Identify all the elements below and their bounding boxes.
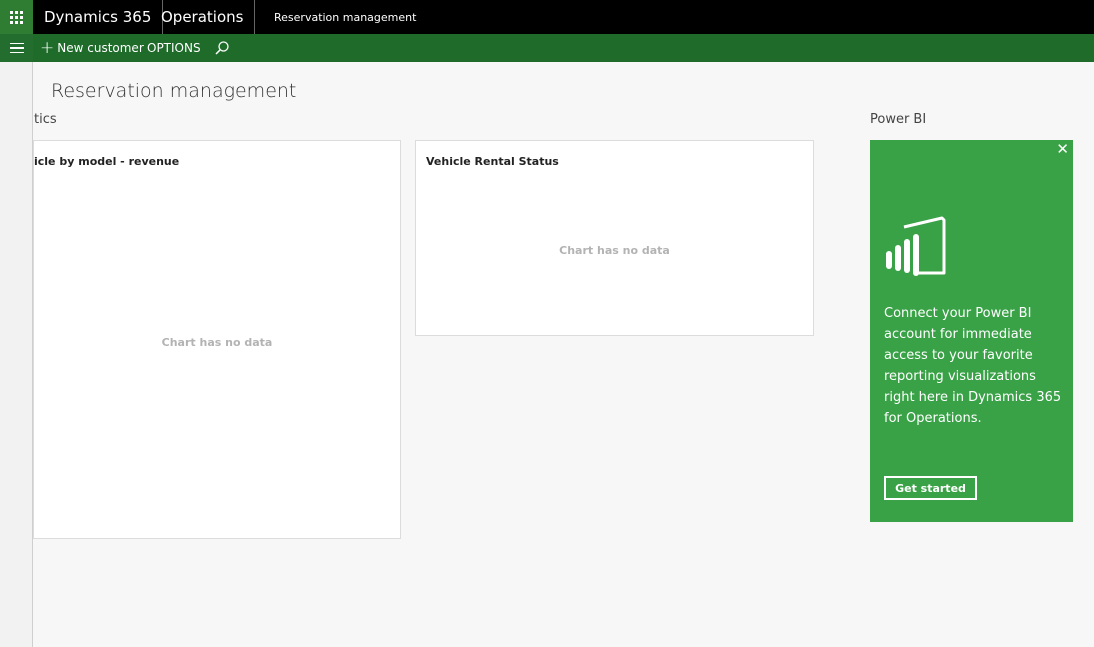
chart-tile-title: Vehicle Rental Status <box>426 155 559 168</box>
chart-tile-vehicle-revenue[interactable]: icle by model - revenue Chart has no dat… <box>33 140 401 539</box>
chart-tile-rental-status[interactable]: Vehicle Rental Status Chart has no data <box>415 140 814 336</box>
top-bar: Dynamics 365 Operations Reservation mana… <box>0 0 1094 34</box>
powerbi-card: ✕ Connect your Power BI account for imme… <box>870 140 1073 522</box>
hamburger-icon[interactable] <box>0 34 33 62</box>
brand-title[interactable]: Dynamics 365 <box>33 0 164 34</box>
chart-empty-message: Chart has no data <box>559 244 670 257</box>
powerbi-message: Connect your Power BI account for immedi… <box>884 306 1062 426</box>
plus-icon: + <box>40 37 55 58</box>
page-title: Reservation management <box>51 80 297 102</box>
get-started-button[interactable]: Get started <box>884 476 977 500</box>
search-icon[interactable] <box>214 40 230 56</box>
power-bi-logo-icon <box>886 216 946 276</box>
breadcrumb[interactable]: Reservation management <box>274 0 416 34</box>
powerbi-section-label: Power BI <box>870 112 927 127</box>
chart-tile-title: icle by model - revenue <box>34 155 180 168</box>
chart-empty-message: Chart has no data <box>161 336 273 349</box>
new-customer-button[interactable]: + New customer <box>40 34 144 62</box>
close-icon[interactable]: ✕ <box>1056 141 1069 157</box>
analytics-section-label: tics <box>34 112 57 127</box>
module-title[interactable]: Operations <box>150 0 256 34</box>
left-nav-strip <box>0 62 33 647</box>
action-bar: + New customer OPTIONS <box>0 34 1094 62</box>
options-button[interactable]: OPTIONS <box>147 34 201 62</box>
app-launcher-icon[interactable] <box>0 0 33 34</box>
new-customer-label: New customer <box>57 41 144 55</box>
